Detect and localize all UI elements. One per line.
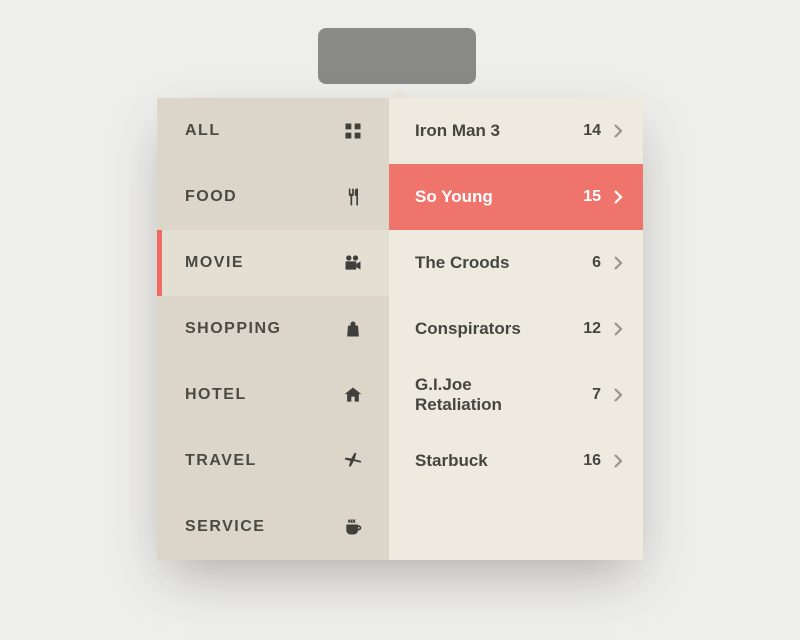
chevron-right-icon [613,322,623,336]
category-food[interactable]: FOOD [157,164,389,230]
category-shopping[interactable]: SHOPPING [157,296,389,362]
category-label: SHOPPING [185,320,281,338]
item-title: Iron Man 3 [415,121,561,141]
bag-icon [343,319,363,339]
list-item[interactable]: The Croods 6 [389,230,643,296]
item-count: 15 [573,188,601,206]
category-service[interactable]: SERVICE [157,494,389,560]
item-title: Conspirators [415,319,561,339]
category-all[interactable]: ALL [157,98,389,164]
chevron-right-icon [613,388,623,402]
dropdown-tail [390,86,410,98]
category-list: ALL FOOD MOVIE SHOPPING [157,98,389,560]
list-item[interactable]: G.I.Joe Retaliation 7 [389,362,643,428]
grid-icon [343,121,363,141]
plane-icon [343,451,363,471]
list-item[interactable]: Iron Man 3 14 [389,98,643,164]
chevron-right-icon [613,124,623,138]
house-icon [343,385,363,405]
list-item[interactable]: Starbuck 16 [389,428,643,494]
category-label: TRAVEL [185,452,257,470]
item-title: So Young [415,187,561,207]
category-movie[interactable]: MOVIE [157,230,389,296]
category-label: FOOD [185,188,237,206]
item-title: The Croods [415,253,561,273]
list-item[interactable]: So Young 15 [389,164,643,230]
list-item[interactable]: Conspirators 12 [389,296,643,362]
category-label: ALL [185,122,221,140]
dropdown-trigger[interactable] [318,28,476,84]
chevron-right-icon [613,454,623,468]
item-title: G.I.Joe Retaliation [415,375,561,415]
category-label: MOVIE [185,254,244,272]
category-hotel[interactable]: HOTEL [157,362,389,428]
category-label: SERVICE [185,518,265,536]
item-count: 14 [573,122,601,140]
cup-icon [343,517,363,537]
category-label: HOTEL [185,386,247,404]
item-title: Starbuck [415,451,561,471]
chevron-right-icon [613,256,623,270]
item-count: 7 [573,386,601,404]
item-count: 16 [573,452,601,470]
camera-icon [343,253,363,273]
utensils-icon [343,187,363,207]
item-count: 6 [573,254,601,272]
category-travel[interactable]: TRAVEL [157,428,389,494]
chevron-right-icon [613,190,623,204]
movie-list: Iron Man 3 14 So Young 15 The Croods 6 C… [389,98,643,560]
item-count: 12 [573,320,601,338]
dropdown-panel: ALL FOOD MOVIE SHOPPING [157,98,643,560]
